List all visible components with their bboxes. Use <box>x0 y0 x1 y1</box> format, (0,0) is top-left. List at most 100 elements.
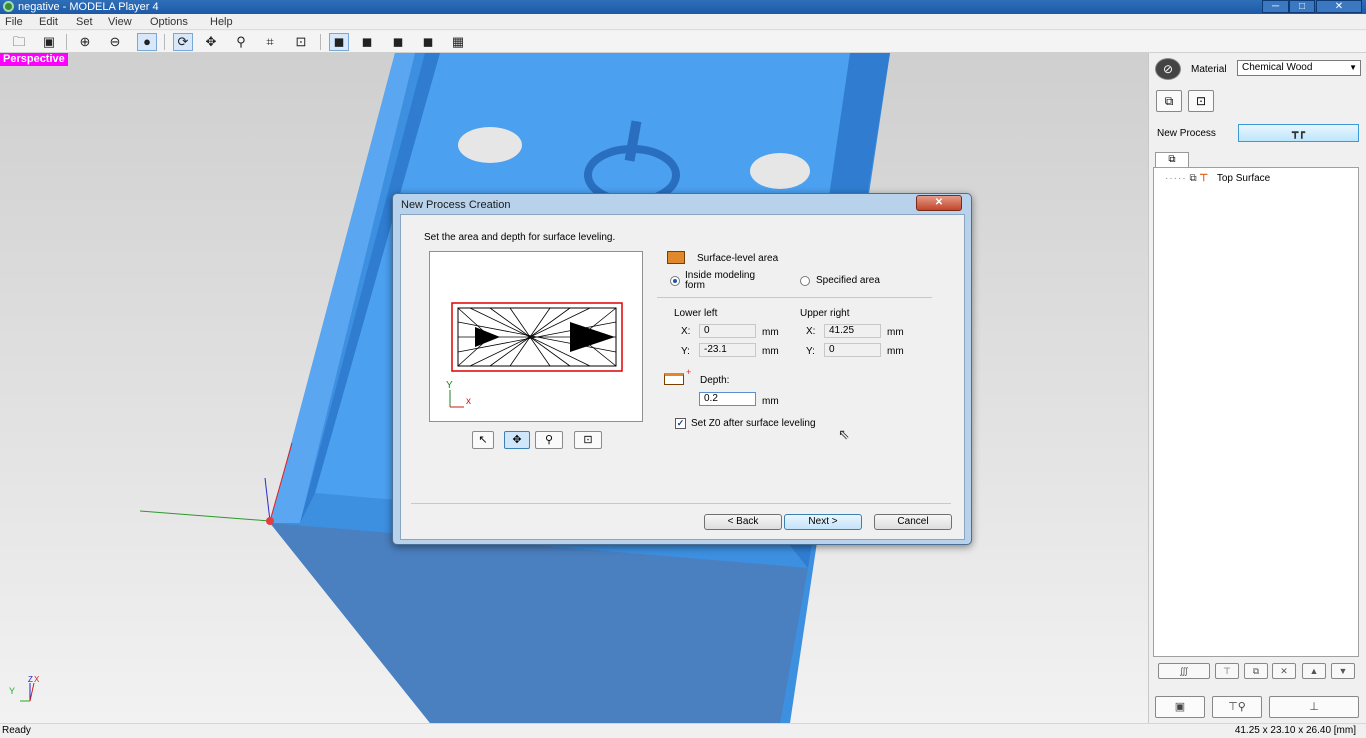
back-button[interactable]: < Back <box>704 514 782 530</box>
front-view-icon[interactable]: ◼ <box>329 33 349 51</box>
edit-process-button[interactable]: ⊤ <box>1215 663 1239 679</box>
delete-process-button[interactable]: ✕ <box>1272 663 1296 679</box>
depth-plus-icon: + <box>686 367 692 377</box>
depth-label: Depth: <box>700 375 730 386</box>
cancel-button[interactable]: Cancel <box>874 514 952 530</box>
edit-icon: ⊤ <box>1223 666 1231 676</box>
upper-right-label: Upper right <box>800 308 850 319</box>
material-value: Chemical Wood <box>1242 62 1313 73</box>
new-process-label: New Process <box>1157 128 1216 139</box>
lower-left-x-field[interactable]: 0 <box>699 324 756 338</box>
copy-process-button[interactable]: ⧉ <box>1244 663 1268 679</box>
multi-view-icon[interactable]: ▦ <box>448 33 468 51</box>
tree-item[interactable]: ····· ⧉ ⊤ Top Surface <box>1165 173 1270 184</box>
fit-tool-button[interactable]: ⊡ <box>574 431 602 449</box>
menu-bar: File Edit Set View Options Help <box>0 14 1366 30</box>
minimize-button[interactable]: ─ <box>1262 0 1289 13</box>
rotate-icon[interactable]: ⟳ <box>173 33 193 51</box>
radio-specified-area[interactable] <box>800 276 810 286</box>
axis-x-label: X <box>34 675 40 684</box>
menu-options[interactable]: Options <box>150 15 188 29</box>
top-view-icon[interactable]: ◼ <box>357 33 377 51</box>
zoom-icon: ⚲ <box>544 434 554 446</box>
material-select[interactable]: Chemical Wood ▼ <box>1237 60 1361 76</box>
toolbar-separator <box>66 34 67 50</box>
unit-label: mm <box>887 346 904 357</box>
close-window-button[interactable]: ✕ <box>1316 0 1362 13</box>
process-tree-tab[interactable]: ⧉ <box>1155 152 1189 168</box>
new-process-button[interactable]: ┳┏ <box>1238 124 1359 142</box>
tree-item-label: Top Surface <box>1216 173 1271 184</box>
preview-icon: ▣ <box>1174 701 1186 713</box>
axis-z-label: Z <box>28 675 33 684</box>
fit-icon: ⊡ <box>583 434 593 446</box>
ll-x-label: X: <box>681 326 691 337</box>
upper-right-x-field[interactable]: 41.25 <box>824 324 881 338</box>
origin-icon[interactable]: ⊡ <box>1188 90 1214 112</box>
status-text: Ready <box>2 725 31 736</box>
dialog-instruction: Set the area and depth for surface level… <box>424 232 616 243</box>
title-bar: negative - MODELA Player 4 ─ □ ✕ <box>0 0 1366 14</box>
menu-edit[interactable]: Edit <box>39 15 58 29</box>
preview-button[interactable]: ▣ <box>1155 696 1205 718</box>
next-button[interactable]: Next > <box>784 514 862 530</box>
open-file-icon[interactable]: 🗀 <box>9 33 29 51</box>
zoom-box-icon[interactable]: ⊡ <box>291 33 311 51</box>
menu-file[interactable]: File <box>5 15 23 29</box>
radio-inside-modeling-form[interactable] <box>670 276 680 286</box>
unit-label: mm <box>762 346 779 357</box>
mouse-cursor-icon: ⇖ <box>838 426 850 442</box>
select-tool-button[interactable]: ↖ <box>472 431 494 449</box>
simulate-icon: ⊤⚲ <box>1228 701 1246 713</box>
cut-button[interactable]: ⊥ <box>1269 696 1359 718</box>
toolbar-separator <box>164 34 165 50</box>
move-down-button[interactable]: ▼ <box>1331 663 1355 679</box>
material-label: Material <box>1191 64 1227 75</box>
wireframe-view-icon[interactable]: ⊕ <box>75 33 95 51</box>
lower-left-y-field[interactable]: -23.1 <box>699 343 756 357</box>
area-preview[interactable]: Y x <box>429 251 643 422</box>
material-icon[interactable]: ⊘ <box>1155 58 1181 80</box>
unit-label: mm <box>887 327 904 338</box>
process-tree[interactable] <box>1153 167 1359 657</box>
lower-left-label: Lower left <box>674 308 718 319</box>
chevron-down-icon: ▼ <box>1349 63 1357 72</box>
upper-right-y-field[interactable]: 0 <box>824 343 881 357</box>
cube-icon: ⧉ <box>1168 154 1176 165</box>
radio-inside-label: Inside modeling form <box>685 270 756 291</box>
cube-icon: ⧉ <box>1189 173 1197 184</box>
model-dimensions: 41.25 x 23.10 x 26.40 [mm] <box>1234 725 1356 736</box>
set-z0-checkbox[interactable]: ✓ <box>675 418 686 429</box>
simulate-button[interactable]: ⊤⚲ <box>1212 696 1262 718</box>
radio-specified-label: Specified area <box>816 275 880 286</box>
menu-help[interactable]: Help <box>210 15 233 29</box>
pan-icon[interactable]: ✥ <box>201 33 221 51</box>
menu-set[interactable]: Set <box>76 15 93 29</box>
app-icon <box>3 1 14 12</box>
pan-icon: ✥ <box>512 434 522 446</box>
menu-view[interactable]: View <box>108 15 132 29</box>
zoom-fit-icon[interactable]: ⌗ <box>260 33 280 51</box>
shaded-view-icon[interactable]: ● <box>137 33 157 51</box>
hidden-line-view-icon[interactable]: ⊖ <box>105 33 125 51</box>
perspective-badge: Perspective <box>0 53 68 66</box>
zoom-tool-button[interactable]: ⚲ <box>535 431 563 449</box>
depth-icon <box>664 373 684 385</box>
zoom-icon[interactable]: ⚲ <box>231 33 251 51</box>
arrow-up-icon: ▲ <box>1309 666 1319 676</box>
move-up-button[interactable]: ▲ <box>1302 663 1326 679</box>
delete-icon: ✕ <box>1280 666 1288 676</box>
surface-leveling-icon: ┳┏ <box>1291 127 1306 139</box>
right-view-icon[interactable]: ◼ <box>388 33 408 51</box>
cursor-icon: ↖ <box>478 434 488 446</box>
unit-label: mm <box>762 327 779 338</box>
ur-x-label: X: <box>806 326 816 337</box>
save-icon[interactable]: ▣ <box>39 33 59 51</box>
depth-field[interactable]: 0.2 <box>699 392 756 406</box>
iso-view-icon[interactable]: ◼ <box>418 33 438 51</box>
preview-cutting-button[interactable]: ∭ <box>1158 663 1210 679</box>
pan-tool-button[interactable]: ✥ <box>504 431 530 449</box>
dialog-close-button[interactable]: ✕ <box>916 195 962 211</box>
model-size-icon[interactable]: ⧉ <box>1156 90 1182 112</box>
maximize-button[interactable]: □ <box>1289 0 1315 13</box>
